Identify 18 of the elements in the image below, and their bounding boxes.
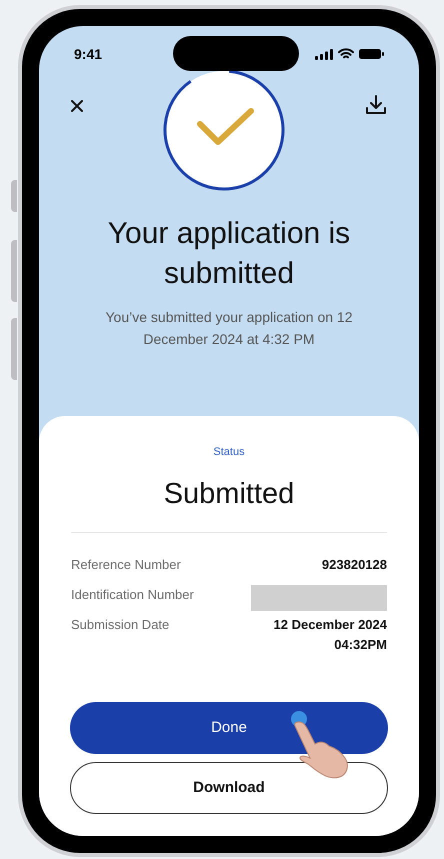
download-icon[interactable] bbox=[365, 94, 387, 116]
detail-label: Reference Number bbox=[71, 556, 181, 574]
status-value: Submitted bbox=[162, 476, 296, 512]
detail-value: 12 December 2024 04:32PM bbox=[274, 616, 387, 654]
status-label: Status bbox=[212, 445, 246, 460]
done-button[interactable]: Done bbox=[70, 702, 388, 754]
wifi-icon bbox=[338, 48, 354, 60]
download-button[interactable]: Download bbox=[70, 762, 388, 814]
signal-icon bbox=[315, 48, 333, 60]
status-time: 9:41 bbox=[74, 44, 102, 64]
page-title: Your application is submitted bbox=[106, 216, 352, 292]
battery-icon bbox=[359, 48, 384, 60]
detail-label: Submission Date bbox=[71, 616, 170, 634]
close-icon[interactable] bbox=[71, 100, 83, 112]
check-circle-icon bbox=[162, 68, 286, 192]
detail-value: 923820128 bbox=[322, 556, 387, 574]
page-subtitle: You’ve submitted your application on 12 December 2024 at 4:32 PM bbox=[104, 308, 354, 349]
detail-label: Identification Number bbox=[71, 586, 194, 604]
